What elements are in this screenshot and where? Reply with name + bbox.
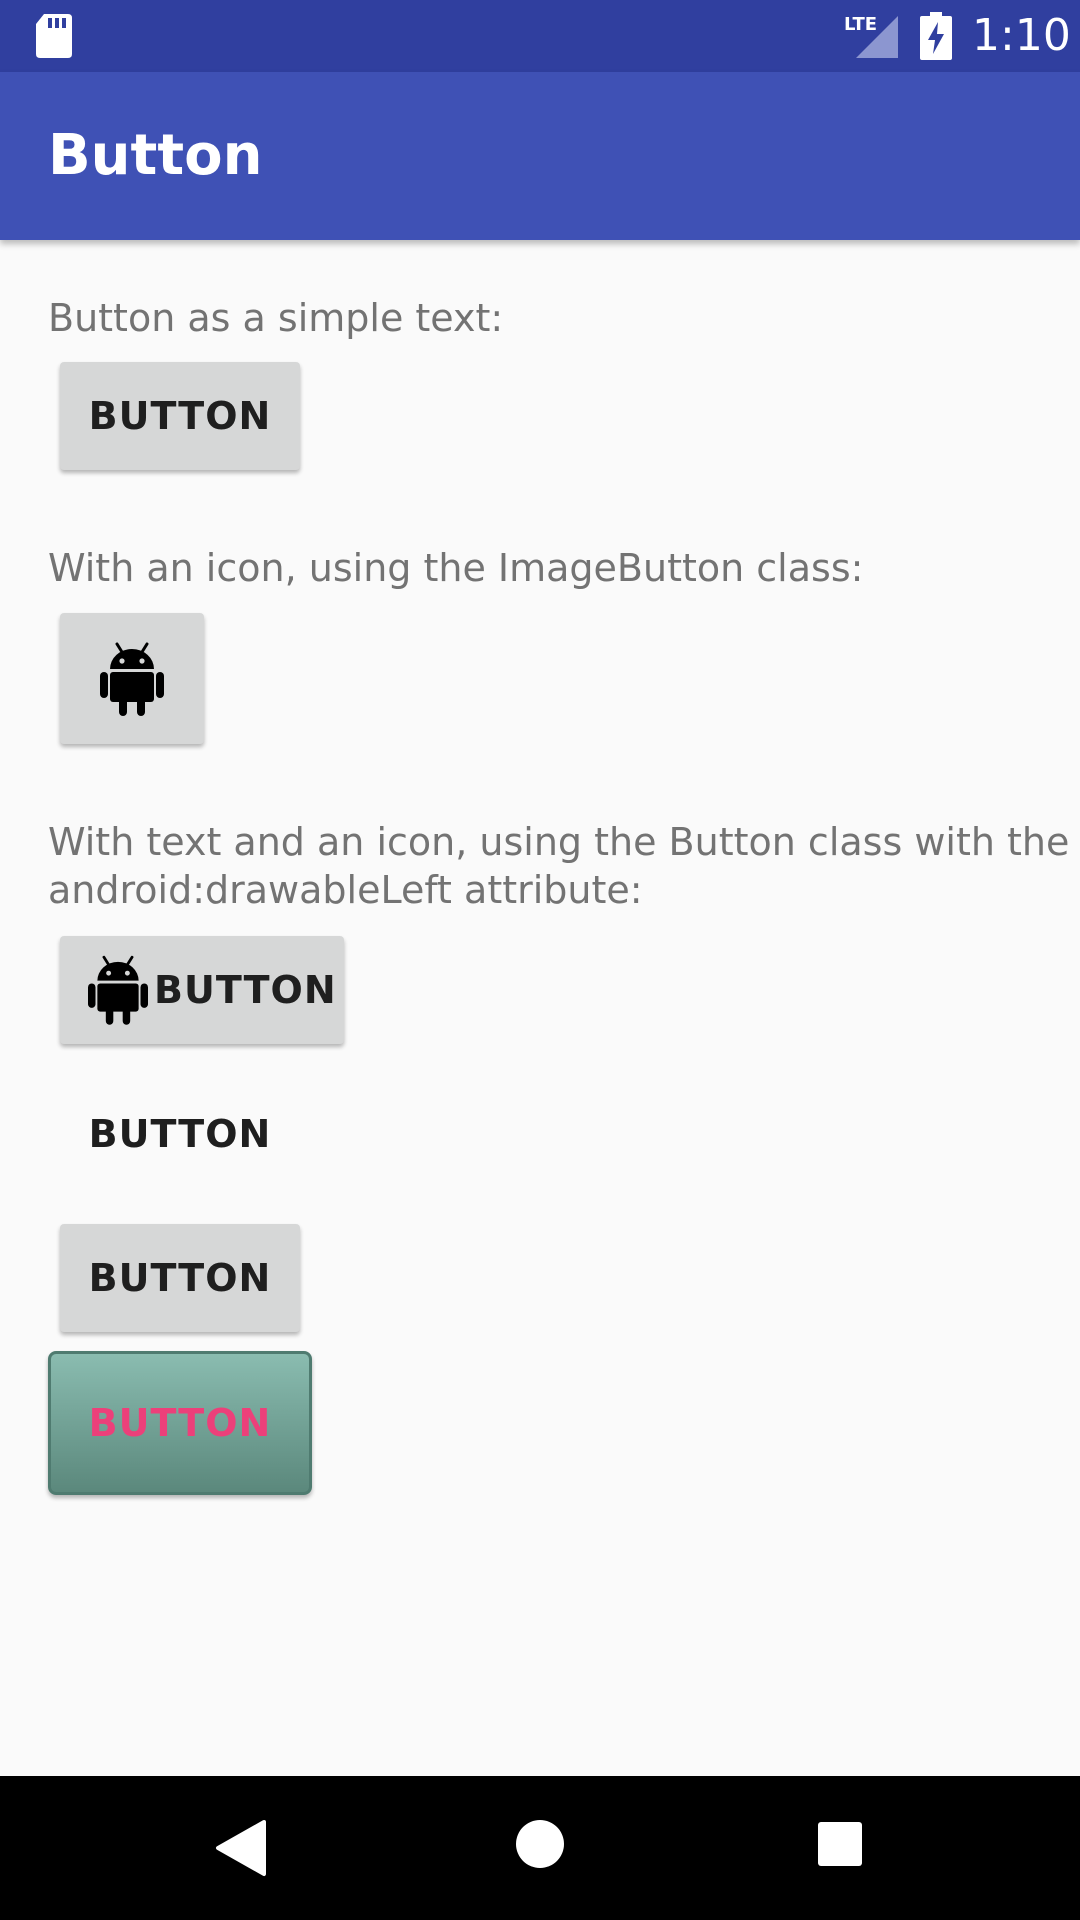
android-icon [100,642,164,716]
navigation-bar [0,1776,1080,1920]
text-icon-button-label: BUTTON [154,968,337,1012]
signal-icon: LTE [844,14,898,58]
status-bar: LTE 1:10 [0,0,1080,72]
label-simple-text: Button as a simple text: [48,296,504,340]
label-text-icon-line1: With text and an icon, using the Button … [48,820,1070,864]
battery-charging-icon [920,12,952,60]
raised-button-label: BUTTON [88,1256,272,1300]
image-button[interactable] [60,613,204,744]
custom-style-button-label: BUTTON [88,1401,272,1445]
label-image-button: With an icon, using the ImageButton clas… [48,546,864,590]
sd-card-icon [36,14,72,58]
text-icon-button[interactable]: BUTTON [60,936,344,1044]
home-icon[interactable] [514,1818,566,1870]
svg-text:LTE: LTE [844,14,877,35]
page-title: Button [48,123,263,188]
custom-style-button[interactable]: BUTTON [48,1351,312,1495]
back-icon[interactable] [212,1818,268,1878]
recents-icon[interactable] [816,1820,864,1868]
app-bar: Button [0,72,1080,240]
status-time: 1:10 [972,10,1071,61]
simple-button-label: BUTTON [88,394,272,438]
flat-button-label: BUTTON [88,1112,272,1156]
flat-button[interactable]: BUTTON [60,1080,300,1188]
label-text-icon-line2: android:drawableLeft attribute: [48,868,643,912]
android-icon [88,955,148,1025]
raised-button[interactable]: BUTTON [60,1224,300,1332]
simple-button[interactable]: BUTTON [60,362,300,470]
